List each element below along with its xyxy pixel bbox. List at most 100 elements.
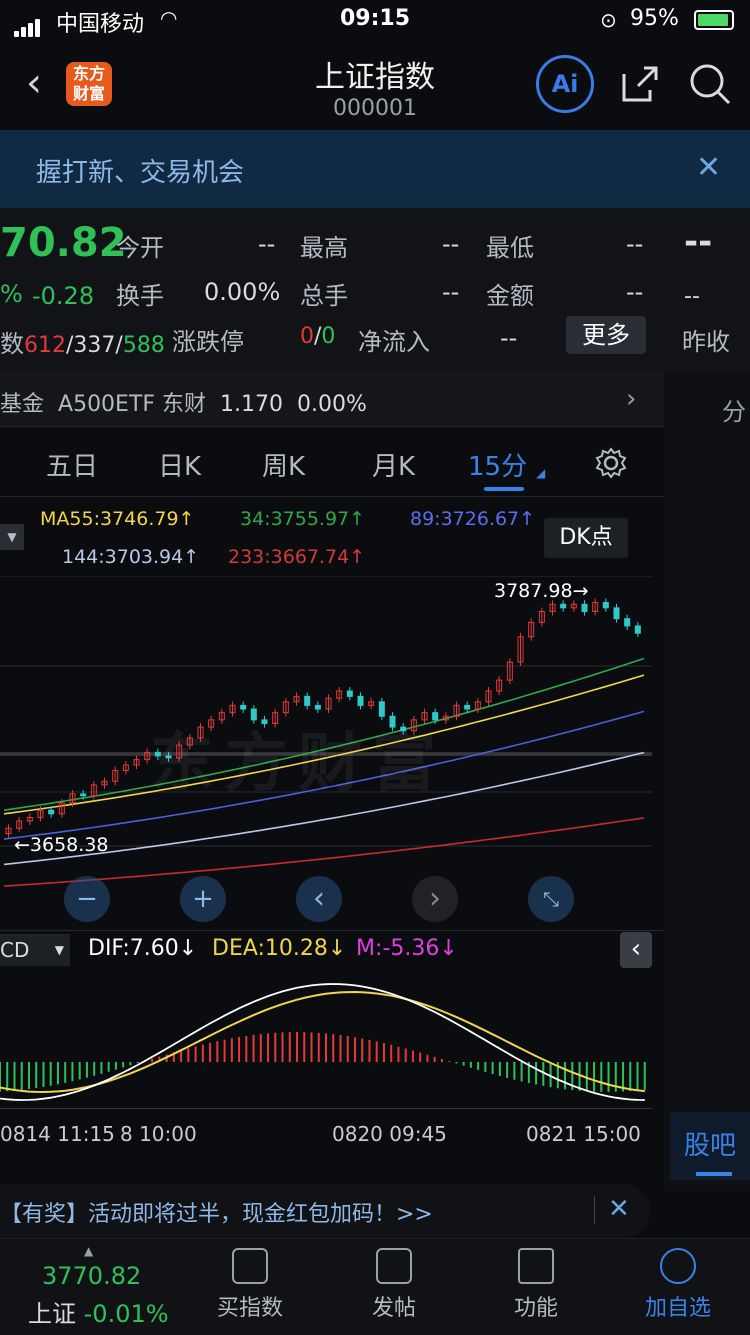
- banner-text: 握打新、交易机会: [36, 158, 245, 188]
- dk-point-button[interactable]: DK点: [544, 518, 628, 558]
- wifi-icon: ◠: [160, 6, 178, 30]
- period-tabs: [0, 430, 664, 497]
- candle: [80, 793, 87, 797]
- macd-selector-label: CD: [0, 938, 30, 962]
- zoom-in-button[interactable]: +: [180, 876, 226, 922]
- zoom-out-button[interactable]: −: [64, 876, 110, 922]
- tab-five-day[interactable]: 五日: [46, 446, 98, 483]
- nav-label: 加自选: [644, 1296, 711, 1321]
- nav-post[interactable]: 发帖: [334, 1248, 454, 1322]
- prev-close-label: 昨收: [682, 328, 730, 356]
- battery-icon: [694, 10, 734, 30]
- index-summary[interactable]: 上证 -0.01%: [28, 1294, 169, 1329]
- amount-label: 金额: [486, 282, 534, 310]
- time-label: 0814 11:15: [0, 1122, 115, 1146]
- amount-value: --: [626, 278, 644, 306]
- macd-dif: DIF:7.60↓: [88, 936, 198, 961]
- limit-counts: 0/0: [300, 324, 335, 349]
- limit-down: 0: [321, 324, 336, 349]
- open-label: 今开: [116, 234, 164, 262]
- last-price: 70.82: [0, 220, 127, 266]
- share-icon[interactable]: [620, 64, 658, 102]
- indicator-dropdown[interactable]: ▼: [0, 524, 24, 550]
- turnover-value: 0.00%: [204, 278, 281, 306]
- lock-rotation-icon: ⊙: [600, 8, 617, 32]
- candle: [634, 625, 641, 634]
- nav-label: 发帖: [371, 1296, 416, 1321]
- nav-label: 功能: [513, 1296, 558, 1321]
- low-value: --: [626, 230, 644, 258]
- ma233-legend: 233:3667.74↑: [228, 546, 366, 568]
- nav-label: 买指数: [216, 1296, 283, 1321]
- right-value: --: [684, 222, 713, 262]
- netflow-label: 净流入: [358, 328, 430, 356]
- pct-change: %: [0, 280, 23, 308]
- fund-pct: 0.00%: [297, 392, 367, 417]
- netflow-value: --: [500, 324, 518, 352]
- guba-indicator: [696, 1172, 732, 1176]
- limit-up: 0: [300, 324, 314, 349]
- time-label: 0821 15:00: [526, 1122, 641, 1146]
- candle: [581, 603, 588, 612]
- signal-icon: [14, 12, 42, 37]
- breadth-up: 612: [24, 333, 66, 358]
- chevron-right-icon[interactable]: ›: [626, 384, 636, 414]
- ai-button[interactable]: Ai: [536, 55, 594, 113]
- breadth: 数612/337/588: [0, 324, 165, 359]
- dropdown-icon: ◢: [536, 466, 546, 480]
- candle: [304, 695, 311, 706]
- ma55-legend: MA55:3746.79↑: [40, 508, 195, 530]
- time-label: 8 10:00: [120, 1122, 197, 1146]
- scroll-right-button[interactable]: ›: [412, 876, 458, 922]
- grid-icon: [518, 1248, 554, 1284]
- battery-percent: 95%: [630, 6, 679, 31]
- separator: /: [115, 333, 123, 358]
- fund-prefix: 基金: [0, 392, 45, 417]
- clock: 09:15: [340, 6, 411, 31]
- candle: [560, 603, 567, 609]
- limit-label: 涨跌停: [172, 328, 244, 356]
- candle: [240, 704, 247, 710]
- watermark: 东方财富: [150, 727, 446, 801]
- macd-dea-line: [0, 990, 645, 1094]
- turnover-label: 换手: [116, 282, 164, 310]
- candle: [346, 690, 353, 697]
- close-icon[interactable]: ✕: [696, 150, 721, 185]
- candle: [314, 704, 321, 710]
- index-price[interactable]: 3770.82: [42, 1262, 141, 1290]
- plus-circle-icon: [660, 1248, 696, 1284]
- tab-indicator: [484, 487, 524, 491]
- edit-icon: [376, 1248, 412, 1284]
- nav-buy-index[interactable]: 买指数: [190, 1248, 310, 1322]
- nav-functions[interactable]: 功能: [476, 1248, 596, 1322]
- tab-daily-k[interactable]: 日K: [158, 446, 201, 483]
- guba-button[interactable]: 股吧: [670, 1112, 750, 1180]
- macd-chart: [0, 983, 646, 1101]
- high-label: 最高: [300, 234, 348, 262]
- breadth-prefix: 数: [0, 330, 24, 358]
- chart-icon: [232, 1248, 268, 1284]
- price-change: -0.28: [32, 282, 95, 310]
- close-icon[interactable]: ✕: [608, 1194, 630, 1224]
- settings-gear-icon[interactable]: [594, 446, 628, 484]
- fund-name: A500ETF 东财: [58, 392, 207, 417]
- fullscreen-icon[interactable]: ⤡: [528, 876, 574, 922]
- high-annotation: 3787.98→: [494, 580, 589, 602]
- scroll-left-button[interactable]: ‹: [296, 876, 342, 922]
- macd-selector[interactable]: CD ▼: [0, 934, 70, 966]
- guba-label: 股吧: [683, 1131, 736, 1161]
- more-button[interactable]: 更多: [566, 316, 646, 354]
- tab-15min[interactable]: 15分: [468, 446, 527, 483]
- breadth-down: 588: [122, 333, 165, 358]
- tab-monthly-k[interactable]: 月K: [372, 446, 415, 483]
- macd-dif-line: [0, 983, 645, 1101]
- volume-label: 总手: [300, 282, 348, 310]
- nav-add-watchlist[interactable]: 加自选: [618, 1248, 738, 1322]
- candle: [357, 695, 364, 706]
- open-value: --: [258, 230, 276, 258]
- candle: [464, 704, 471, 710]
- collapse-left-icon[interactable]: ‹: [620, 932, 652, 968]
- candle: [613, 607, 620, 620]
- search-icon[interactable]: [688, 62, 732, 110]
- tab-weekly-k[interactable]: 周K: [262, 446, 305, 483]
